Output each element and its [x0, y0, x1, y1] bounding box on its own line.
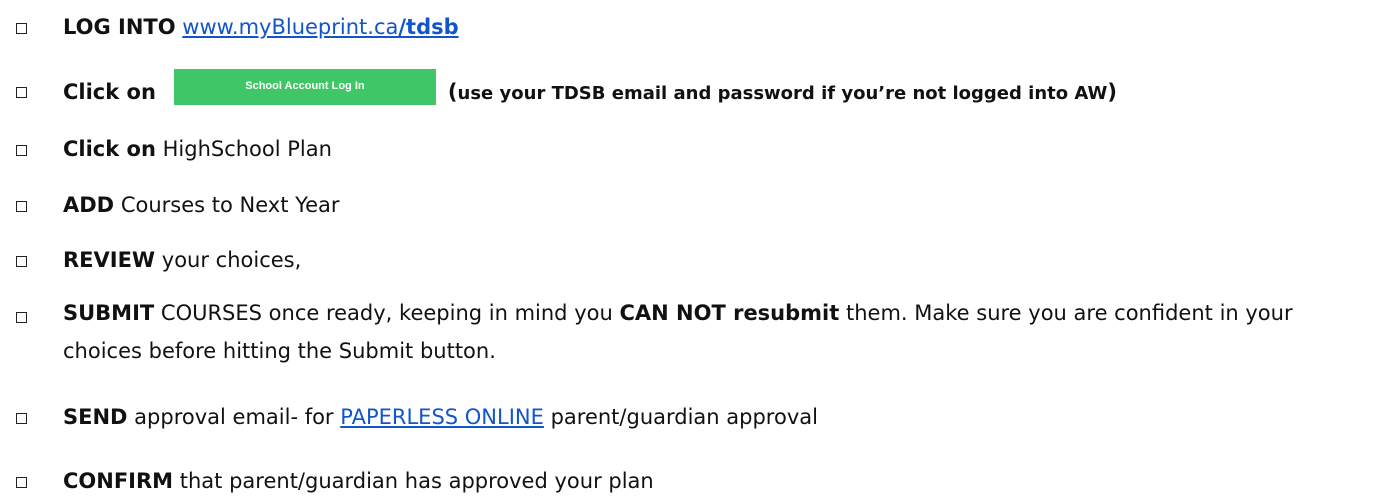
item-action: ADD	[63, 193, 115, 217]
checkbox[interactable]	[16, 477, 27, 488]
item-action: CONFIRM	[63, 469, 174, 493]
checkbox[interactable]	[16, 413, 27, 424]
item-action: SEND	[63, 405, 128, 429]
checkbox[interactable]	[16, 312, 27, 323]
checkbox[interactable]	[16, 201, 27, 212]
item-detail: HighSchool Plan	[162, 137, 332, 161]
checkbox[interactable]	[16, 23, 27, 34]
item-action: Click on	[63, 80, 156, 104]
item-detail: Courses to Next Year	[120, 193, 340, 217]
item-action: SUBMIT	[63, 301, 155, 325]
item-action: LOG INTO	[63, 15, 176, 39]
paperless-online-link[interactable]: PAPERLESS ONLINE	[340, 405, 544, 429]
checkbox[interactable]	[16, 256, 27, 267]
item-action: REVIEW	[63, 248, 156, 272]
item-action: Click on	[63, 137, 156, 161]
checkbox[interactable]	[16, 87, 27, 98]
item-detail: your choices,	[161, 248, 302, 272]
myblueprint-link[interactable]: www.myBlueprint.ca/tdsb	[182, 15, 458, 39]
login-note: use your TDSB email and password if you’…	[457, 83, 1108, 104]
checkbox[interactable]	[16, 145, 27, 156]
checklist: LOG INTO www.myBlueprint.ca/tdsb Click o…	[0, 0, 1374, 501]
school-account-login-button[interactable]: School Account Log In	[173, 69, 436, 105]
warning-text: CAN NOT resubmit	[619, 301, 840, 325]
item-detail: that parent/guardian has approved your p…	[179, 469, 654, 493]
